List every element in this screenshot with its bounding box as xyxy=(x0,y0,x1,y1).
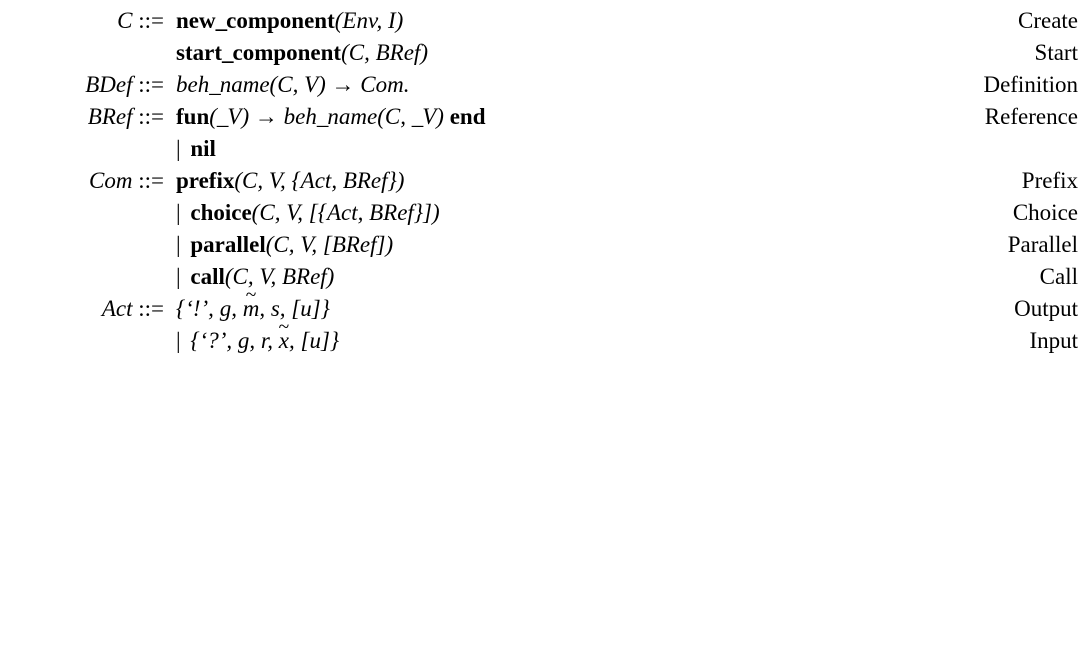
lhs: BDef ::= xyxy=(10,72,170,98)
grammar-row: start_component(C, BRef)Start xyxy=(10,40,1082,66)
production: fun(_V) → beh_name(C, _V) end xyxy=(170,104,862,130)
production: beh_name(C, V) → Com. xyxy=(170,72,862,98)
production: new_component(Env, I) xyxy=(170,8,862,34)
rule-label: Output xyxy=(862,296,1082,322)
production: | choice(C, V, [{Act, BRef}]) xyxy=(170,200,862,226)
rule-label: Definition xyxy=(862,72,1082,98)
grammar-block: C ::=new_component(Env, I)Createstart_co… xyxy=(10,8,1082,354)
grammar-row: | parallel(C, V, [BRef])Parallel xyxy=(10,232,1082,258)
lhs: Com ::= xyxy=(10,168,170,194)
grammar-row: | nil xyxy=(10,136,1082,162)
rule-label: Start xyxy=(862,40,1082,66)
lhs: Act ::= xyxy=(10,296,170,322)
production: | call(C, V, BRef) xyxy=(170,264,862,290)
rule-label: Parallel xyxy=(862,232,1082,258)
grammar-row: Com ::=prefix(C, V, {Act, BRef})Prefix xyxy=(10,168,1082,194)
rule-label: Call xyxy=(862,264,1082,290)
rule-label: Reference xyxy=(862,104,1082,130)
lhs: BRef ::= xyxy=(10,104,170,130)
production: start_component(C, BRef) xyxy=(170,40,862,66)
grammar-row: BRef ::=fun(_V) → beh_name(C, _V) endRef… xyxy=(10,104,1082,130)
rule-label: Input xyxy=(862,328,1082,354)
grammar-row: | call(C, V, BRef)Call xyxy=(10,264,1082,290)
production: | nil xyxy=(170,136,862,162)
production: {‘!’, g, m, s, [u]} xyxy=(170,296,862,322)
lhs: C ::= xyxy=(10,8,170,34)
rule-label: Prefix xyxy=(862,168,1082,194)
grammar-row: C ::=new_component(Env, I)Create xyxy=(10,8,1082,34)
grammar-row: | {‘?’, g, r, x, [u]}Input xyxy=(10,328,1082,354)
rule-label: Create xyxy=(862,8,1082,34)
grammar-row: Act ::={‘!’, g, m, s, [u]}Output xyxy=(10,296,1082,322)
production: | {‘?’, g, r, x, [u]} xyxy=(170,328,862,354)
rule-label: Choice xyxy=(862,200,1082,226)
grammar-row: | choice(C, V, [{Act, BRef}])Choice xyxy=(10,200,1082,226)
production: | parallel(C, V, [BRef]) xyxy=(170,232,862,258)
grammar-row: BDef ::=beh_name(C, V) → Com.Definition xyxy=(10,72,1082,98)
production: prefix(C, V, {Act, BRef}) xyxy=(170,168,862,194)
